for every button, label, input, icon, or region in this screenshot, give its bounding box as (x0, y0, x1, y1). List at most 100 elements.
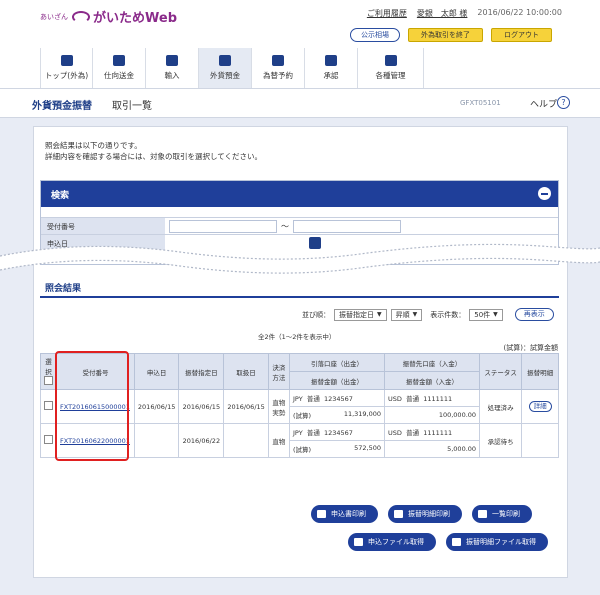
page-header: 外貨預金振替 取引一覧 GFXT05101 ヘルプ ? (0, 88, 600, 118)
receipt-to-input[interactable] (293, 219, 401, 233)
get-application-file-button[interactable]: 申込ファイル取得 (348, 533, 436, 551)
print-list-button[interactable]: 一覧印刷 (472, 505, 532, 523)
download-icon (354, 538, 363, 546)
nav-item-top[interactable]: トップ(外為) (40, 48, 93, 88)
remit-icon (113, 55, 125, 66)
user-name-link[interactable]: 愛銀 太郎 様 (417, 8, 468, 19)
page-subtitle: 取引一覧 (112, 101, 152, 112)
count-label: 表示件数： (430, 310, 466, 319)
top-header: あいざん がいためWeb ご利用履歴 愛銀 太郎 様 2016/06/22 10… (0, 0, 600, 48)
status-cell: 承認待ち (479, 423, 523, 458)
settle-cell: 直物実勢 (267, 389, 291, 424)
results-title: 照会結果 (45, 284, 82, 294)
printer-icon (478, 510, 487, 518)
rate-button[interactable]: 公示相場 (350, 28, 400, 42)
search-header[interactable]: 検索 (41, 181, 558, 207)
nav-item-remit[interactable]: 仕向送金 (93, 48, 146, 88)
get-details-file-button[interactable]: 振替明細ファイル取得 (446, 533, 548, 551)
end-fx-button[interactable]: 外為取引を終了 (408, 28, 483, 42)
redisplay-button[interactable]: 再表示 (514, 308, 554, 321)
nav-item-approve[interactable]: 承認 (305, 48, 358, 88)
logo-mark-icon (72, 10, 90, 23)
receipt-column-highlight (55, 351, 129, 461)
row-checkbox[interactable] (44, 435, 53, 444)
select-all-checkbox[interactable] (44, 376, 53, 385)
login-timestamp: 2016/06/22 10:00:00 (477, 8, 562, 17)
home-icon (60, 55, 73, 66)
order-value: 昇順 (395, 310, 410, 319)
handling-date-cell: 2016/06/15 (223, 389, 269, 424)
global-nav: トップ(外為) 仕向送金 輸入 外貨預金 為替予約 承認 各種管理 (40, 48, 424, 88)
usage-history-link[interactable]: ご利用履歴 (367, 8, 407, 19)
settle-cell: 直物 (267, 423, 291, 458)
nav-label: 為替予約 (263, 71, 293, 80)
contract-icon (272, 55, 284, 66)
header-settle: 決済方法 (267, 353, 291, 390)
intro-line: 照会結果は以下の通りです。 (45, 141, 142, 150)
to-amt-cell: 5,000.00 (384, 440, 481, 458)
detail-button[interactable]: 詳細 (528, 401, 552, 412)
status-cell: 処理済み (479, 389, 523, 424)
nav-item-import[interactable]: 輸入 (146, 48, 199, 88)
count-value: 50件 (474, 310, 491, 319)
search-title: 検索 (51, 191, 70, 201)
admin-icon (384, 55, 397, 66)
import-icon (166, 55, 178, 66)
approve-icon (325, 55, 337, 66)
sort-label: 並び順： (302, 310, 330, 319)
search-row-receipt: 受付番号 ～ (41, 217, 558, 234)
printer-icon (394, 510, 403, 518)
print-actions: 申込書印刷 振替明細印刷 一覧印刷 (311, 505, 532, 523)
logo-main-text: がいためWeb (93, 11, 177, 26)
nav-item-deposit[interactable]: 外貨預金 (199, 48, 252, 88)
sort-select[interactable]: 振替指定日 ▼ (334, 308, 387, 321)
chevron-down-icon: ▼ (377, 310, 382, 318)
count-select[interactable]: 50件 ▼ (469, 308, 503, 321)
file-actions: 申込ファイル取得 振替明細ファイル取得 (348, 533, 548, 551)
bank-logo[interactable]: あいざん がいためWeb (40, 7, 177, 26)
order-select[interactable]: 昇順 ▼ (390, 308, 423, 321)
header-to-amt: 振替金額（入金） (384, 371, 481, 390)
logout-button[interactable]: ログアウト (491, 28, 552, 42)
intro-text: 照会結果は以下の通りです。 詳細内容を確認する場合には、対象の取引を選択してくだ… (45, 140, 262, 162)
print-application-button[interactable]: 申込書印刷 (311, 505, 378, 523)
to-amt-cell: 100,000.00 (384, 406, 481, 424)
screen-id: GFXT05101 (460, 99, 501, 107)
to-acct-cell: USD 普通 1111111 (384, 423, 481, 441)
help-link[interactable]: ヘルプ (530, 97, 557, 110)
estimate-note: (試算)：試算金額 (503, 344, 558, 352)
nav-label: 外貨預金 (210, 71, 240, 80)
results-divider (40, 296, 559, 298)
header-transfer-date: 振替指定日 (178, 353, 225, 390)
transfer-date-cell: 2016/06/15 (178, 389, 225, 424)
chevron-down-icon: ▼ (493, 310, 498, 318)
help-icon[interactable]: ? (557, 96, 570, 109)
to-acct-cell: USD 普通 1111111 (384, 389, 481, 407)
from-amt-cell: (試算) 11,319,000 (289, 406, 386, 424)
collapse-icon[interactable] (538, 187, 551, 200)
header-to-acct: 振替先口座（入金） (384, 353, 481, 372)
receipt-from-input[interactable] (169, 219, 277, 233)
result-count: 全2件（1～2件を表示中） (258, 333, 336, 341)
print-details-button[interactable]: 振替明細印刷 (388, 505, 462, 523)
nav-label: 各種管理 (375, 71, 406, 80)
range-separator: ～ (281, 221, 289, 231)
nav-label: 仕向送金 (104, 71, 134, 80)
row-checkbox[interactable] (44, 401, 53, 410)
header-status: ステータス (479, 353, 523, 390)
nav-item-contract[interactable]: 為替予約 (252, 48, 305, 88)
page-break-wave (0, 243, 600, 274)
sort-value: 振替指定日 (339, 310, 374, 319)
header-detail: 振替明細 (521, 353, 559, 390)
transfer-date-cell: 2016/06/22 (178, 423, 225, 458)
header-from-amt: 振替金額（出金） (289, 371, 386, 390)
download-icon (452, 538, 461, 546)
from-amt-cell: (試算) 572,500 (289, 440, 386, 458)
header-handling-date: 取扱日 (223, 353, 269, 390)
chevron-down-icon: ▼ (412, 310, 418, 318)
nav-item-admin[interactable]: 各種管理 (358, 48, 424, 88)
nav-label: トップ(外為) (44, 71, 89, 80)
header-from-acct: 引落口座（出金） (289, 353, 386, 372)
sort-controls: 並び順： 振替指定日 ▼ 昇順 ▼ 表示件数： 50件 ▼ 再表示 (302, 308, 554, 321)
from-acct-cell: JPY 普通 1234567 (289, 389, 386, 407)
